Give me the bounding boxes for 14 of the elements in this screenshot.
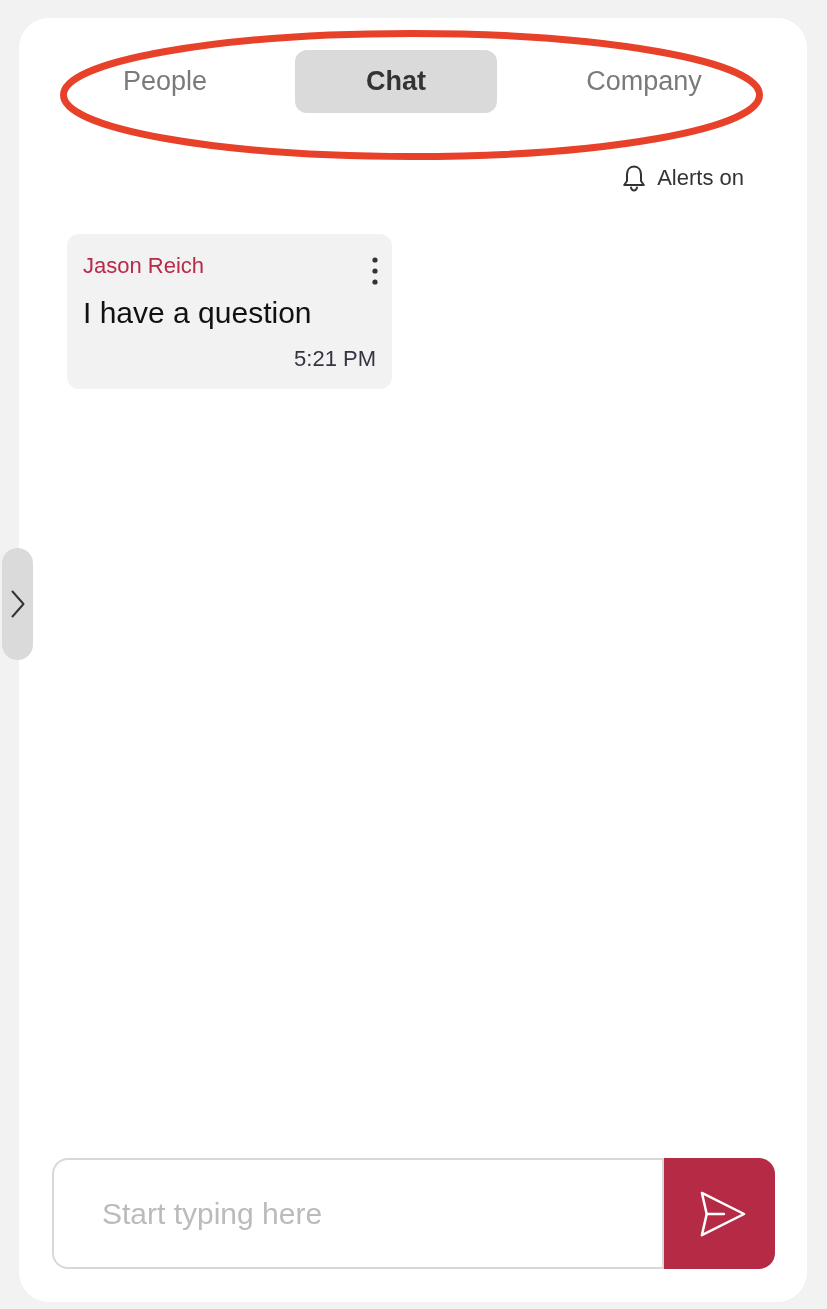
tab[interactable]: Company xyxy=(543,50,745,113)
sender-name: Jason Reich xyxy=(83,252,205,280)
send-button[interactable] xyxy=(662,1158,775,1269)
message-time: 5:21 PM xyxy=(294,345,376,373)
more-options-icon[interactable] xyxy=(372,257,378,285)
message-input[interactable]: Start typing here xyxy=(52,1158,662,1269)
tab[interactable]: Chat xyxy=(295,50,497,113)
chevron-icon xyxy=(10,590,25,618)
message-text: I have a question xyxy=(83,295,313,331)
bell-icon xyxy=(622,164,647,192)
tab[interactable]: People xyxy=(64,50,266,113)
send-icon xyxy=(699,1190,746,1237)
expand-handle[interactable] xyxy=(2,548,33,660)
alerts-toggle[interactable]: Alerts on xyxy=(622,163,744,193)
